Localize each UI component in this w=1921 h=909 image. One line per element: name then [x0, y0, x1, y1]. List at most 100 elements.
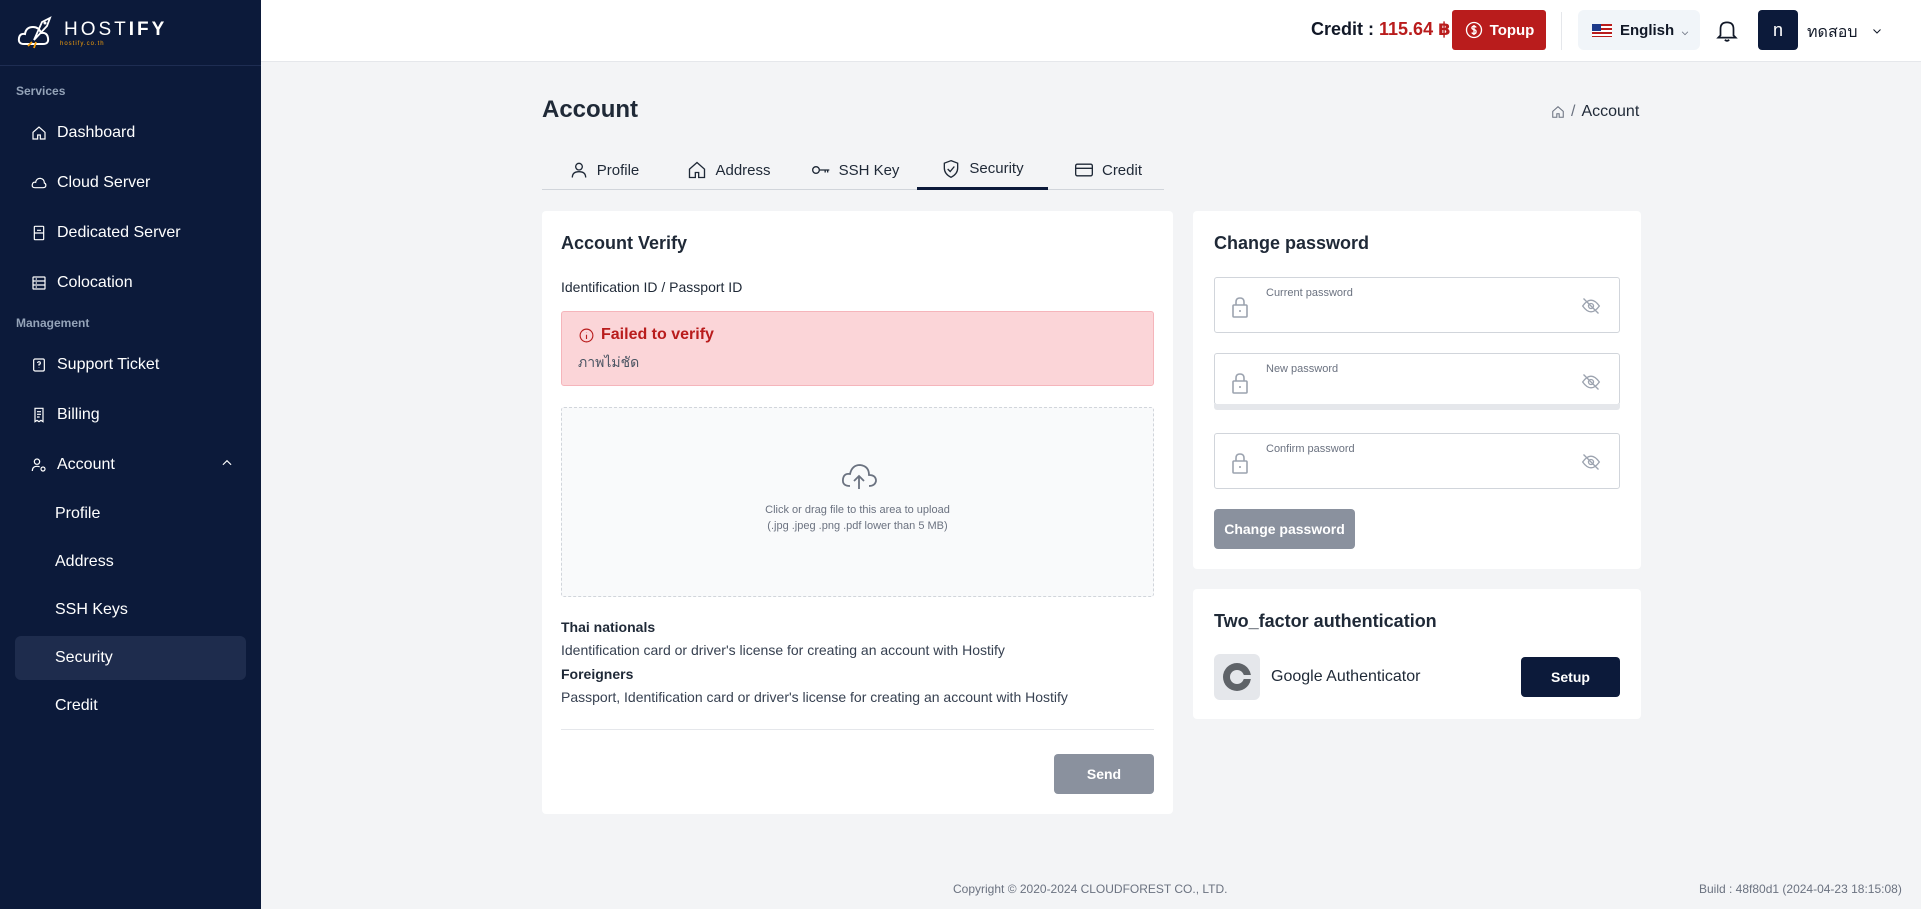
- divider: [561, 729, 1154, 730]
- tab-label: SSH Key: [838, 161, 900, 179]
- upload-formats: (.jpg .jpeg .png .pdf lower than 5 MB): [767, 520, 948, 532]
- sidebar-subitem-credit[interactable]: Credit: [15, 684, 246, 728]
- cloud-icon: [31, 175, 47, 191]
- card-title: Account Verify: [561, 233, 688, 253]
- brand-logo[interactable]: HOSTIFY hostify.co.th: [0, 0, 261, 66]
- alert-title: Failed to verify: [578, 326, 714, 344]
- topup-label: Topup: [1489, 21, 1535, 39]
- account-verify-card: Account Verify Identification ID / Passp…: [542, 211, 1173, 814]
- divider: [1561, 12, 1562, 50]
- chevron-down-icon: [1680, 25, 1690, 36]
- foreigners-title: Foreigners: [561, 666, 634, 682]
- sidebar-item-label: Billing: [57, 406, 100, 423]
- google-authenticator-icon: [1214, 654, 1260, 700]
- breadcrumb: / Account: [1551, 103, 1639, 121]
- username[interactable]: ทดสอบ: [1807, 20, 1857, 45]
- us-flag-icon: [1592, 23, 1612, 37]
- sidebar-item-label: Cloud Server: [57, 174, 151, 191]
- language-select[interactable]: English: [1578, 10, 1700, 50]
- eye-off-icon[interactable]: [1581, 296, 1601, 316]
- tab-label: Security: [969, 160, 1024, 177]
- section-label-management: Management: [16, 316, 90, 330]
- language-label: English: [1620, 21, 1675, 39]
- sidebar-item-cloud-server[interactable]: Cloud Server: [15, 160, 246, 206]
- avatar[interactable]: n: [1758, 10, 1798, 50]
- sidebar-item-label: Account: [57, 456, 115, 473]
- sidebar-item-label: Dashboard: [57, 124, 136, 141]
- chevron-down-icon[interactable]: [1871, 24, 1883, 36]
- rocket-cloud-logo-icon: [17, 15, 52, 48]
- receipt-icon: [31, 407, 47, 423]
- topup-button[interactable]: Topup: [1452, 10, 1546, 50]
- current-password-field[interactable]: Current password: [1214, 277, 1620, 333]
- field-label: New password: [1266, 363, 1339, 375]
- info-circle-icon: [579, 328, 594, 342]
- eye-off-icon[interactable]: [1581, 452, 1601, 472]
- file-upload-dropzone[interactable]: Click or drag file to this area to uploa…: [561, 407, 1154, 597]
- tab-label: Profile: [596, 161, 640, 179]
- sidebar-subitem-profile[interactable]: Profile: [15, 492, 246, 536]
- sidebar-subitem-security[interactable]: Security: [15, 636, 246, 680]
- sidebar-subitem-ssh-keys[interactable]: SSH Keys: [15, 588, 246, 632]
- alert-message: ภาพไม่ชัด: [578, 354, 640, 370]
- section-label-services: Services: [16, 84, 66, 98]
- eye-off-icon[interactable]: [1581, 372, 1601, 392]
- thai-nationals-desc: Identification card or driver's license …: [561, 642, 1005, 658]
- sidebar-subitem-address[interactable]: Address: [15, 540, 246, 584]
- send-button[interactable]: Send: [1054, 754, 1154, 794]
- brand-name: HOSTIFY: [64, 18, 168, 40]
- home-icon: [31, 125, 47, 141]
- sidebar-item-dedicated-server[interactable]: Dedicated Server: [15, 210, 246, 256]
- page-title: Account: [542, 96, 638, 123]
- user-gear-icon: [31, 457, 47, 473]
- upload-hint: Click or drag file to this area to uploa…: [765, 504, 950, 516]
- sidebar-item-label: Support Ticket: [57, 356, 160, 373]
- key-icon: [811, 166, 829, 174]
- footer-build: Build : 48f80d1 (2024-04-23 18:15:08): [1699, 882, 1902, 896]
- user-icon: [571, 162, 587, 178]
- sidebar-item-colocation[interactable]: Colocation: [15, 260, 246, 306]
- field-label: Current password: [1266, 287, 1353, 299]
- chevron-up-icon[interactable]: [220, 456, 234, 470]
- lock-icon: [1231, 296, 1249, 318]
- breadcrumb-separator: /: [1571, 103, 1576, 120]
- tab-ssh-key[interactable]: SSH Key: [810, 150, 900, 190]
- setup-button[interactable]: Setup: [1521, 657, 1620, 697]
- new-password-field[interactable]: New password: [1214, 353, 1620, 405]
- thai-nationals-title: Thai nationals: [561, 619, 656, 635]
- tab-security[interactable]: Security: [917, 150, 1048, 190]
- topbar: Credit : 115.64 ฿ Topup English n ทดสอบ: [261, 0, 1921, 62]
- verify-error-alert: Failed to verify ภาพไม่ชัด: [561, 311, 1154, 386]
- foreigners-desc: Passport, Identification card or driver'…: [561, 689, 1068, 705]
- change-password-button[interactable]: Change password: [1214, 509, 1355, 549]
- card-title: Change password: [1214, 233, 1370, 253]
- id-label: Identification ID / Passport ID: [561, 279, 743, 295]
- lock-icon: [1231, 452, 1249, 474]
- tab-credit[interactable]: Credit: [1068, 150, 1148, 190]
- confirm-password-field[interactable]: Confirm password: [1214, 433, 1620, 489]
- tab-label: Credit: [1101, 161, 1142, 179]
- sidebar-item-dashboard[interactable]: Dashboard: [15, 110, 246, 156]
- account-tabs: Profile Address SSH Key Security Credit: [542, 150, 1164, 190]
- footer-copyright: Copyright © 2020-2024 CLOUDFOREST CO., L…: [953, 882, 1228, 896]
- home-icon[interactable]: [1551, 105, 1565, 119]
- sidebar-item-label: Colocation: [57, 274, 133, 291]
- tab-label: Address: [715, 161, 771, 179]
- password-strength-bar: [1214, 404, 1620, 410]
- lock-icon: [1231, 372, 1249, 394]
- change-password-card: Change password Current password New pas…: [1193, 211, 1641, 569]
- bell-icon[interactable]: [1714, 16, 1740, 44]
- ticket-icon: [31, 357, 47, 373]
- tab-address[interactable]: Address: [684, 150, 774, 190]
- sidebar-item-label: Dedicated Server: [57, 224, 181, 241]
- card-title: Two_factor authentication: [1214, 611, 1437, 631]
- sidebar: HOSTIFY hostify.co.th Services Dashboard…: [0, 0, 261, 909]
- coin-icon: [1465, 21, 1482, 39]
- server-icon: [31, 225, 47, 241]
- sidebar-item-support-ticket[interactable]: Support Ticket: [15, 342, 246, 388]
- sidebar-item-billing[interactable]: Billing: [15, 392, 246, 438]
- tab-profile[interactable]: Profile: [564, 150, 644, 190]
- sidebar-item-account[interactable]: Account: [15, 442, 246, 488]
- credit-balance: Credit : 115.64 ฿: [1311, 19, 1451, 39]
- rack-icon: [31, 275, 47, 291]
